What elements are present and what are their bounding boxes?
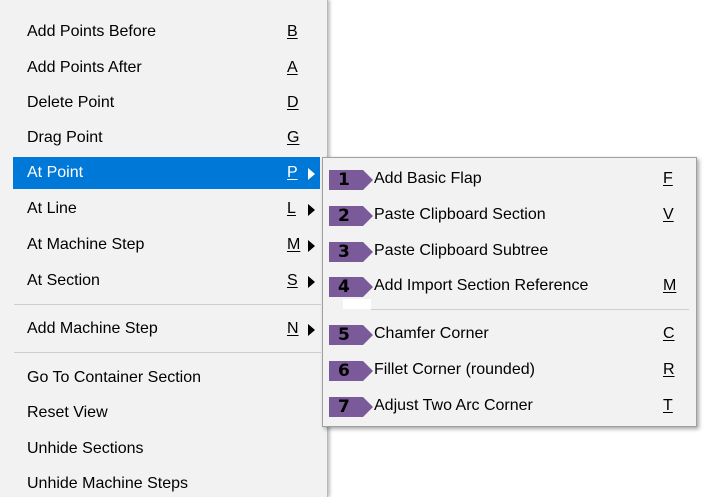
submenu-item-add-basic-flap[interactable]: 1 Add Basic Flap F (323, 162, 696, 198)
submenu-item-fillet-corner[interactable]: 6 Fillet Corner (rounded) R (323, 353, 696, 389)
submenu-item-shortcut: T (663, 397, 673, 414)
menu-separator (14, 352, 321, 353)
context-menu: Add Points Before B Add Points After A D… (0, 0, 328, 497)
submenu-item-label: Fillet Corner (rounded) (374, 361, 535, 378)
number-badge-icon: 7 (329, 397, 373, 417)
number-badge-icon: 1 (329, 170, 373, 190)
page: Add Points Before B Add Points After A D… (0, 0, 704, 497)
submenu-item-shortcut: F (663, 170, 673, 187)
submenu-item-label: Adjust Two Arc Corner (374, 397, 533, 414)
menu-item-shortcut: L (287, 200, 296, 217)
submenu-arrow-icon (308, 276, 315, 288)
submenu-item-shortcut: R (663, 361, 675, 378)
menu-item-shortcut: A (287, 59, 298, 76)
menu-item-shortcut: P (287, 164, 298, 181)
menu-item-shortcut: N (287, 320, 299, 337)
menu-item-label: At Point (27, 164, 84, 181)
menu-item-shortcut: B (287, 23, 298, 40)
menu-item-at-point[interactable]: At Point P (13, 157, 320, 189)
menu-item-label: Add Points After (27, 59, 142, 76)
submenu-item-adjust-two-arc-corner[interactable]: 7 Adjust Two Arc Corner T (323, 389, 696, 425)
submenu-arrow-icon (308, 168, 315, 180)
menu-item-delete-point[interactable]: Delete Point D (13, 87, 320, 119)
menu-item-shortcut: G (287, 129, 300, 146)
submenu-item-label: Chamfer Corner (374, 325, 489, 342)
number-badge-icon: 2 (329, 206, 373, 226)
menu-item-add-points-after[interactable]: Add Points After A (13, 52, 320, 84)
submenu-item-paste-clipboard-section[interactable]: 2 Paste Clipboard Section V (323, 198, 696, 234)
at-point-submenu: 1 Add Basic Flap F 2 Paste Clipboard Sec… (322, 157, 697, 427)
menu-item-shortcut: M (287, 236, 301, 253)
menu-item-label: Drag Point (27, 129, 103, 146)
number-badge-icon: 5 (329, 325, 373, 345)
menu-item-drag-point[interactable]: Drag Point G (13, 122, 320, 154)
menu-item-shortcut: D (287, 94, 299, 111)
number-badge-icon: 6 (329, 361, 373, 381)
submenu-item-shortcut: V (663, 206, 674, 223)
menu-item-label: Add Points Before (27, 23, 156, 40)
menu-item-label: At Section (27, 272, 100, 289)
menu-item-add-machine-step[interactable]: Add Machine Step N (13, 313, 320, 345)
submenu-arrow-icon (308, 324, 315, 336)
submenu-item-add-import-section-reference[interactable]: 4 Add Import Section Reference M (323, 269, 696, 305)
menu-item-label: Reset View (27, 404, 108, 421)
submenu-item-label: Paste Clipboard Section (374, 206, 546, 223)
submenu-item-label: Add Import Section Reference (374, 277, 589, 294)
submenu-item-paste-clipboard-subtree[interactable]: 3 Paste Clipboard Subtree (323, 234, 696, 270)
badge-gap (343, 299, 371, 309)
submenu-item-chamfer-corner[interactable]: 5 Chamfer Corner C (323, 317, 696, 353)
menu-item-label: At Machine Step (27, 236, 145, 253)
submenu-item-shortcut: C (663, 325, 675, 342)
menu-item-label: Unhide Sections (27, 440, 144, 457)
menu-item-unhide-sections[interactable]: Unhide Sections (13, 433, 320, 465)
menu-item-go-to-container-section[interactable]: Go To Container Section (13, 362, 320, 394)
menu-item-at-line[interactable]: At Line L (13, 193, 320, 225)
number-badge-icon: 4 (329, 277, 373, 297)
menu-item-at-machine-step[interactable]: At Machine Step M (13, 229, 320, 261)
menu-item-reset-view[interactable]: Reset View (13, 397, 320, 429)
submenu-item-shortcut: M (663, 277, 677, 294)
menu-item-label: Delete Point (27, 94, 115, 111)
menu-item-shortcut: S (287, 272, 298, 289)
menu-item-add-points-before[interactable]: Add Points Before B (13, 16, 320, 48)
submenu-arrow-icon (308, 240, 315, 252)
menu-item-label: At Line (27, 200, 77, 217)
submenu-item-label: Add Basic Flap (374, 170, 482, 187)
menu-item-label: Go To Container Section (27, 369, 202, 386)
menu-item-at-section[interactable]: At Section S (13, 265, 320, 297)
submenu-item-label: Paste Clipboard Subtree (374, 242, 549, 259)
menu-item-unhide-machine-steps[interactable]: Unhide Machine Steps (13, 468, 320, 497)
submenu-arrow-icon (308, 204, 315, 216)
number-badge-icon: 3 (329, 242, 373, 262)
menu-item-label: Add Machine Step (27, 320, 158, 337)
submenu-separator (371, 309, 689, 310)
menu-item-label: Unhide Machine Steps (27, 475, 188, 492)
menu-separator (14, 304, 321, 305)
